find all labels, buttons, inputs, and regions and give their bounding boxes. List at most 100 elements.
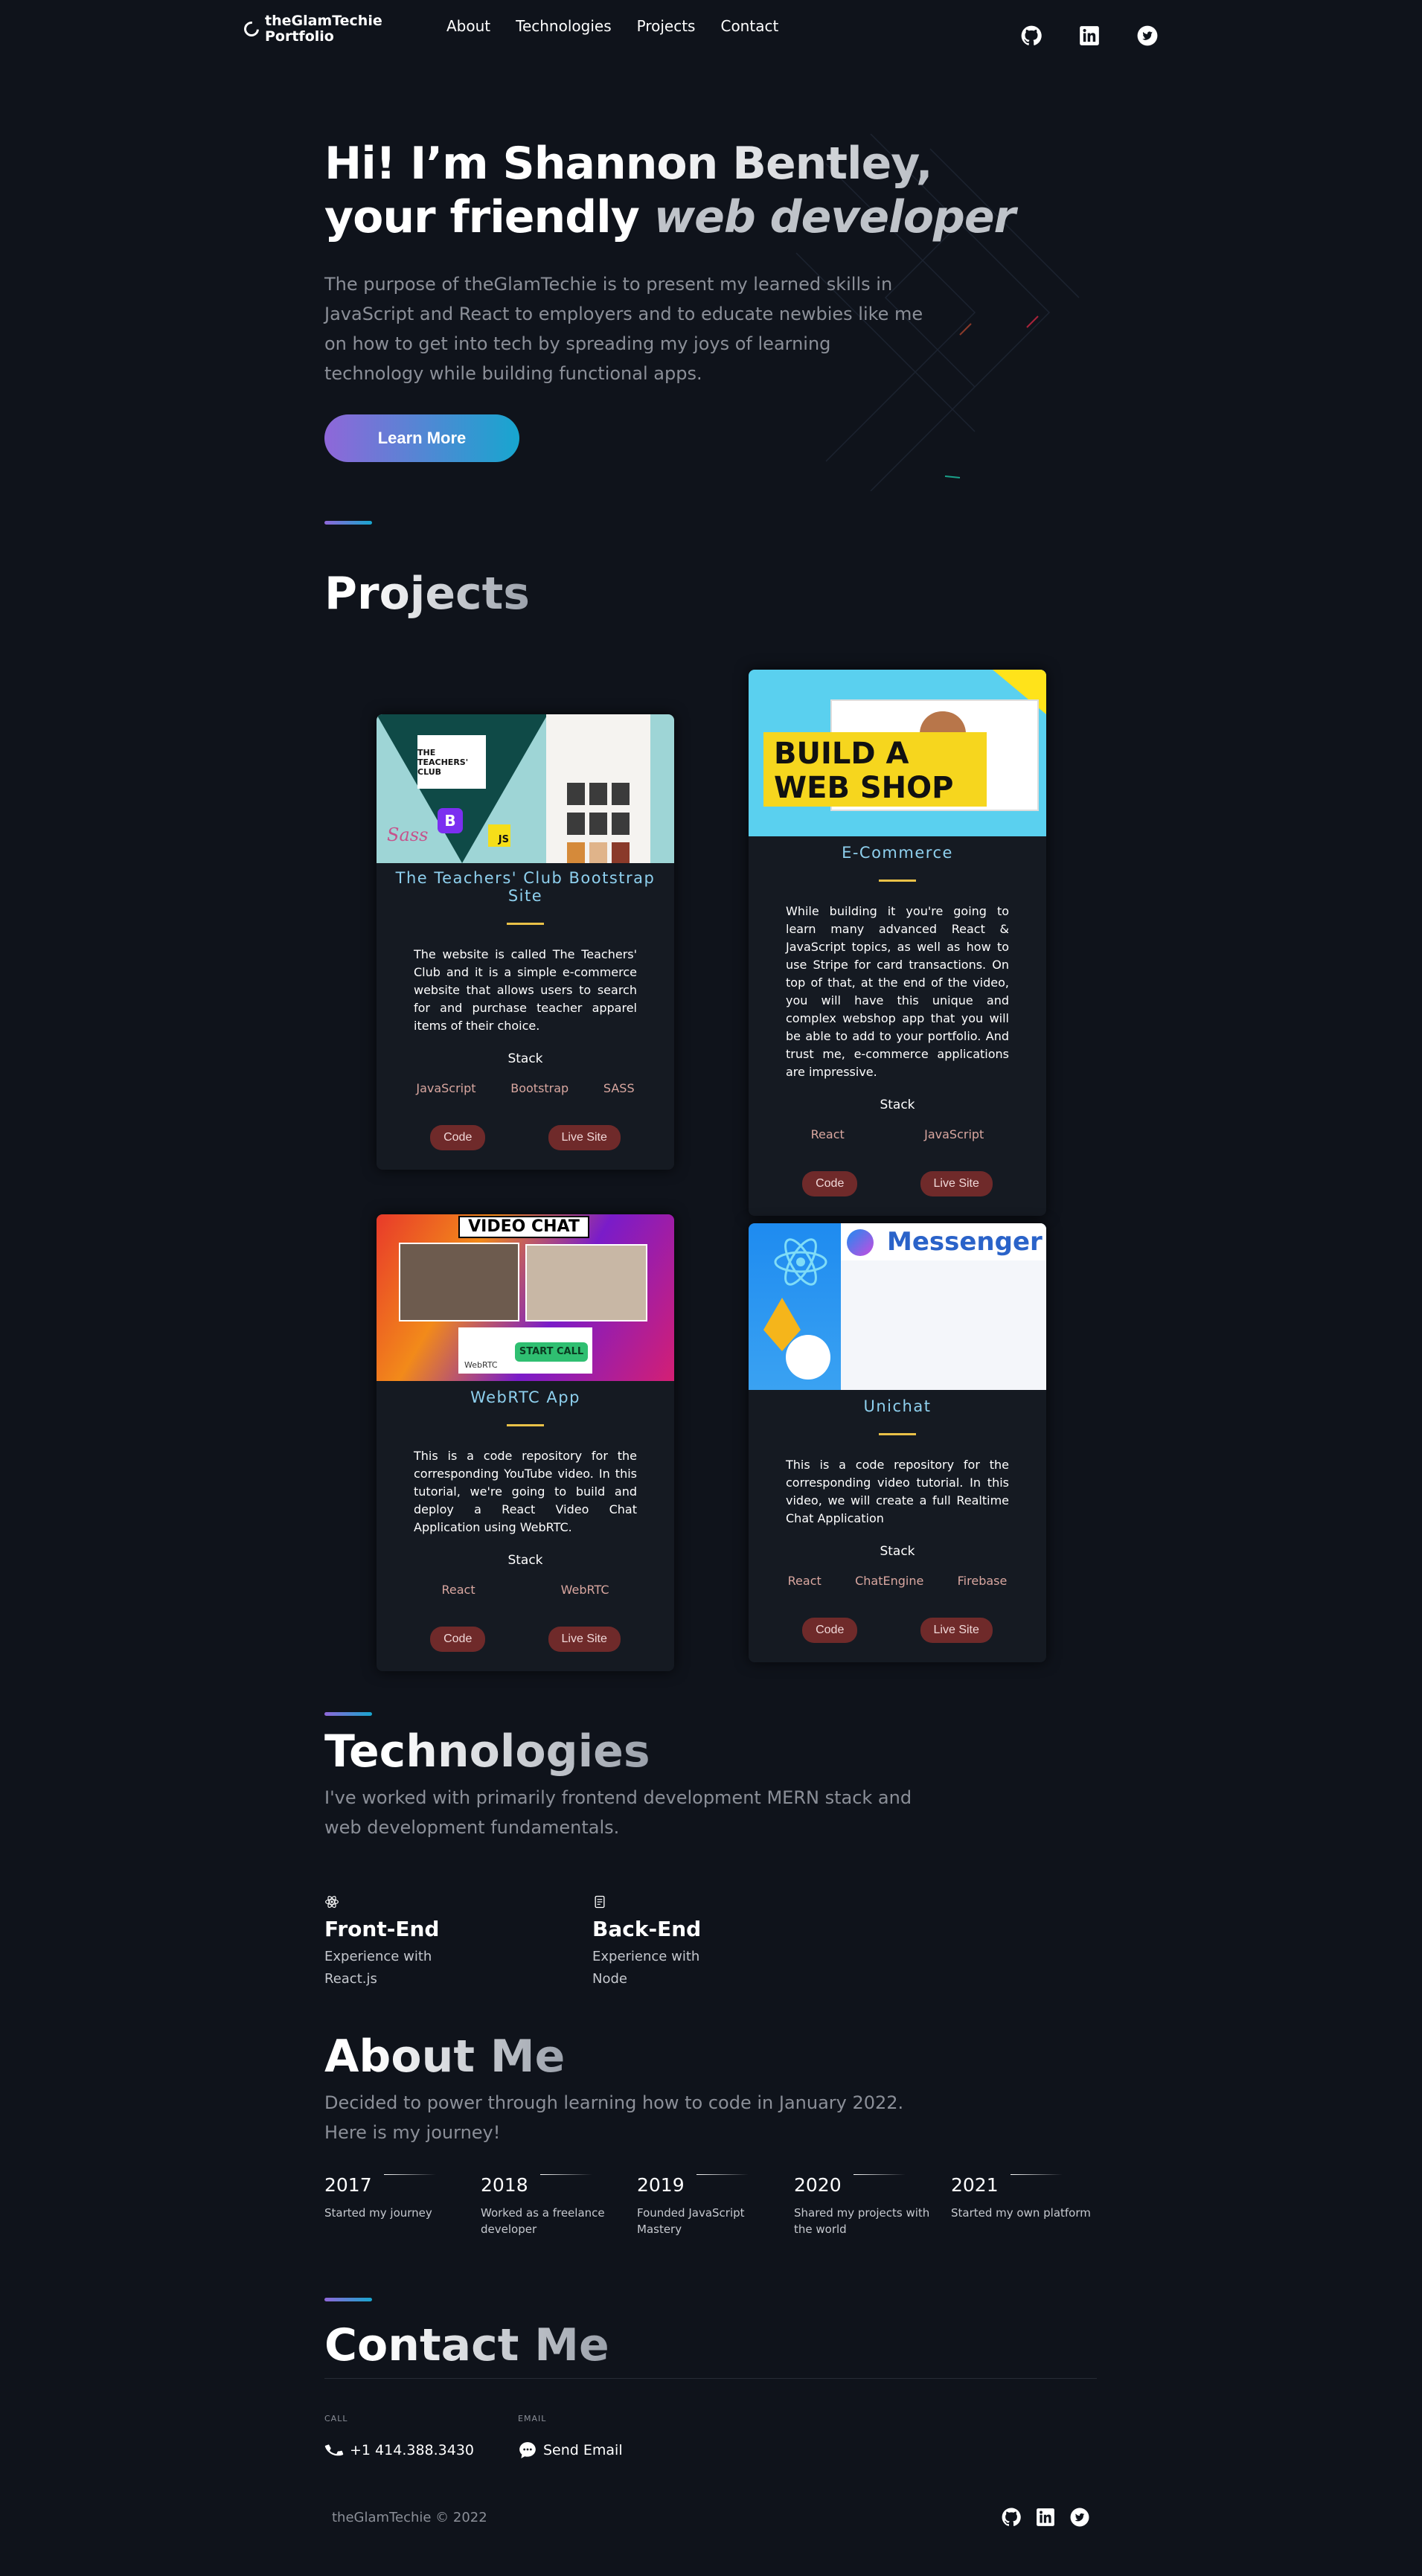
github-icon[interactable] [1002, 2508, 1021, 2527]
github-icon[interactable] [1021, 25, 1042, 46]
stack-label: Stack [507, 1051, 543, 1066]
project-image-teachers-club: THE TEACHERS' CLUB B JS Sass [377, 714, 674, 863]
project-card-teachers-club: THE TEACHERS' CLUB B JS Sass The Teacher… [377, 714, 674, 1170]
contact-accent-bar [324, 2298, 372, 2301]
twitter-icon[interactable] [1070, 2508, 1089, 2527]
projects-accent-bar [324, 521, 372, 525]
tech-name: Back-End [592, 1917, 702, 1941]
tech-description: Experience with Node [592, 1946, 741, 1990]
website-screenshot [546, 714, 650, 863]
live-site-button[interactable]: Live Site [548, 1627, 621, 1652]
tech-desc-line1: Experience with [592, 1949, 700, 1964]
logo-line1: theGlamTechie [265, 13, 382, 29]
footer-copyright: theGlamTechie © 2022 [332, 2510, 487, 2525]
linkedin-icon[interactable] [1036, 2508, 1055, 2527]
project-description: While building it you're going to learn … [786, 904, 1009, 1079]
stack-item: Firebase [957, 1574, 1008, 1588]
phone-icon [324, 2444, 344, 2456]
react-icon [325, 1896, 339, 1908]
technologies-description: I've worked with primarily frontend deve… [324, 1787, 912, 1838]
top-navigation: theGlamTechie Portfolio About Technologi… [0, 0, 1422, 57]
project-image-unichat: Messenger [749, 1223, 1046, 1390]
messenger-icon [847, 1229, 874, 1256]
project-buttons: Code Live Site [399, 1627, 652, 1671]
timeline-text: Founded JavaScript Mastery [637, 2206, 745, 2236]
learn-more-button[interactable]: Learn More [324, 414, 519, 462]
site-logo[interactable]: theGlamTechie Portfolio [240, 13, 382, 45]
project-description: This is a code repository for the corres… [414, 1449, 637, 1534]
project-buttons: Code Live Site [771, 1171, 1024, 1216]
timeline-year: 2017 [324, 2174, 466, 2196]
nav-link-about[interactable]: About [446, 17, 490, 35]
code-button[interactable]: Code [430, 1627, 486, 1652]
logo-line2: Portfolio [265, 28, 334, 45]
project-card-unichat: Messenger Unichat This is a code reposit… [749, 1223, 1046, 1662]
stack-label: Stack [507, 1553, 543, 1568]
code-button[interactable]: Code [430, 1125, 486, 1150]
phone-link[interactable]: +1 414.388.3430 [324, 2441, 474, 2460]
javascript-icon: JS [488, 824, 510, 847]
project-title: Unichat [863, 1397, 932, 1415]
twitter-icon[interactable] [1137, 25, 1158, 46]
stack-item: SASS [603, 1081, 635, 1095]
timeline-year: 2019 [637, 2174, 778, 2196]
stack-label: Stack [880, 1098, 915, 1112]
about-description: Decided to power through learning how to… [324, 2088, 935, 2147]
video-chat-header: VIDEO CHAT [458, 1216, 589, 1238]
timeline-text: Shared my projects with the world [794, 2206, 930, 2236]
timeline-item: 2019 Founded JavaScript Mastery [637, 2174, 778, 2237]
card-separator [879, 1433, 916, 1435]
nav-social-icons [1021, 25, 1158, 46]
timeline-year: 2020 [794, 2174, 935, 2196]
tech-backend: Back-End Experience with Node [592, 1894, 741, 1990]
project-title: The Teachers' Club Bootstrap Site [395, 869, 656, 905]
nav-link-technologies[interactable]: Technologies [516, 17, 611, 35]
timeline-year: 2021 [951, 2174, 1092, 2196]
web-shop-line2: WEB SHOP [774, 771, 954, 805]
timeline-text: Started my journey [324, 2206, 432, 2220]
project-image-webrtc: VIDEO CHAT START CALL WebRTC [377, 1214, 674, 1381]
teachers-club-logo: THE TEACHERS' CLUB [417, 735, 486, 789]
tech-frontend: Front-End Experience with React.js [324, 1894, 473, 1990]
logo-text: theGlamTechie Portfolio [265, 13, 382, 45]
technologies-title: Technologies [324, 1726, 650, 1778]
timeline-item: 2018 Worked as a freelance developer [481, 2174, 622, 2237]
live-site-button[interactable]: Live Site [920, 1171, 993, 1196]
stack-item: JavaScript [924, 1127, 984, 1141]
email-link[interactable]: Send Email [518, 2441, 623, 2460]
linkedin-icon[interactable] [1079, 25, 1100, 46]
live-site-button[interactable]: Live Site [920, 1618, 993, 1643]
code-button[interactable]: Code [802, 1618, 858, 1643]
tech-desc-line1: Experience with [324, 1949, 432, 1964]
hero-title-line2-italic: web developer [653, 191, 1016, 243]
nav-links: About Technologies Projects Contact [446, 17, 804, 35]
tech-name: Front-End [324, 1917, 440, 1941]
projects-title: Projects [324, 568, 531, 620]
stack-item: React [810, 1127, 845, 1141]
phone-number: +1 414.388.3430 [350, 2442, 475, 2458]
code-button[interactable]: Code [802, 1171, 858, 1196]
project-card-ecommerce: BUILD A WEB SHOP E-Commerce While buildi… [749, 670, 1046, 1216]
logo-mark-icon [240, 18, 263, 40]
nav-link-contact[interactable]: Contact [720, 17, 778, 35]
tech-desc-line2: React.js [324, 1971, 377, 1987]
project-buttons: Code Live Site [399, 1125, 652, 1170]
nav-link-projects[interactable]: Projects [637, 17, 696, 35]
live-site-button[interactable]: Live Site [548, 1125, 621, 1150]
footer-social-icons [1002, 2508, 1089, 2527]
timeline-item: 2020 Shared my projects with the world [794, 2174, 935, 2237]
stack-item: JavaScript [416, 1081, 476, 1095]
project-stack: React JavaScript [771, 1127, 1024, 1141]
stack-item: ChatEngine [855, 1574, 924, 1588]
card-separator [507, 923, 544, 925]
technologies-accent-bar [324, 1712, 372, 1716]
card-separator [879, 880, 916, 882]
send-email-text: Send Email [543, 2442, 623, 2458]
about-description-line1: Decided to power through learning how to… [324, 2092, 904, 2113]
email-label: EMAIL [518, 2414, 547, 2423]
timeline-item: 2021 Started my own platform [951, 2174, 1092, 2221]
hero-title-line1: Hi! I’m Shannon Bentley, [324, 137, 1069, 190]
chatengine-icon [786, 1335, 830, 1380]
hero-description: The purpose of theGlamTechie is to prese… [324, 274, 923, 384]
hero-title-line2-plain: your friendly [324, 191, 654, 243]
